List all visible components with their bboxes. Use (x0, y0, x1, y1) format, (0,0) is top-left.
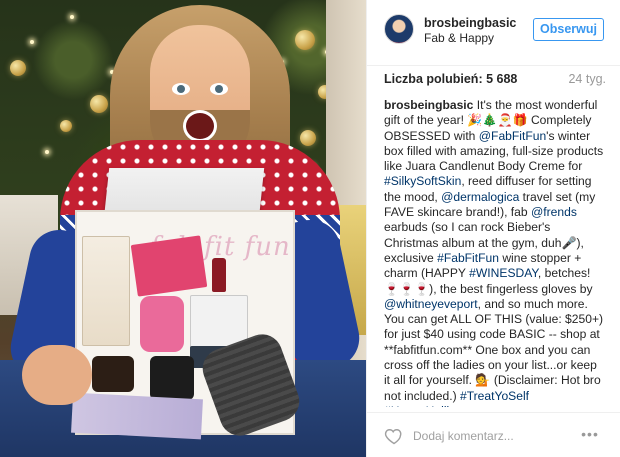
caption-link[interactable]: #SilkySoftSkin (384, 174, 461, 188)
caption-link[interactable]: @frends (531, 205, 577, 219)
post-caption: brosbeingbasic It's the most wonderful g… (384, 98, 606, 407)
left-hand (22, 345, 92, 405)
caption-link[interactable]: @whitneyeveport (384, 297, 478, 311)
more-options-icon[interactable]: ••• (577, 426, 603, 444)
tree-light (30, 40, 34, 44)
heart-icon[interactable] (384, 426, 404, 446)
caption-link[interactable]: #FabFitFun (437, 251, 499, 265)
ornament (10, 60, 26, 76)
caption-text: , and so much more. You can get ALL OF T… (384, 296, 604, 403)
box-side-print (71, 392, 203, 440)
earbuds-box (150, 356, 194, 400)
ornament (300, 130, 316, 146)
juara-product-box (82, 236, 130, 346)
location-link[interactable]: Fab & Happy (424, 31, 494, 45)
ornament (90, 95, 108, 113)
header-username[interactable]: brosbeingbasic (424, 16, 516, 30)
nail-polish (212, 258, 226, 292)
pink-pouch (130, 235, 208, 297)
comment-footer: ••• (367, 412, 620, 457)
post-photo[interactable]: fab fit fun (0, 0, 366, 457)
body-creme-jar (92, 356, 134, 392)
likes-count[interactable]: Liczba polubień: 5 688 (384, 72, 517, 86)
comment-input[interactable] (413, 425, 563, 447)
post-time[interactable]: 24 tyg. (568, 72, 606, 86)
tree-light (45, 150, 49, 154)
caption-link[interactable]: @FabFitFun (479, 129, 546, 143)
ornament (295, 30, 315, 50)
caption-link[interactable]: #HappyHolibaes (384, 404, 473, 407)
pink-charm (140, 296, 184, 352)
follow-button[interactable]: Obserwuj (533, 18, 604, 41)
tree-light (70, 15, 74, 19)
ornament (60, 120, 72, 132)
left-eye (172, 83, 190, 95)
instagram-post: fab fit fun brosbeingbasic Fab & Happy O… (0, 0, 620, 457)
caption-body: It's the most wonderful gift of the year… (384, 98, 603, 407)
post-sidebar: brosbeingbasic Fab & Happy Obserwuj Licz… (366, 0, 620, 457)
right-eye (210, 83, 228, 95)
caption-link[interactable]: #TreatYoSelf (460, 389, 529, 403)
avatar[interactable] (384, 14, 414, 44)
caption-link[interactable]: #WINESDAY (469, 266, 538, 280)
caption-link[interactable]: @dermalogica (441, 190, 519, 204)
post-header: brosbeingbasic Fab & Happy Obserwuj (367, 0, 620, 66)
caption-username[interactable]: brosbeingbasic (384, 98, 473, 112)
open-mouth (183, 110, 217, 142)
likes-row: Liczba polubień: 5 688 24 tyg. (384, 72, 606, 88)
